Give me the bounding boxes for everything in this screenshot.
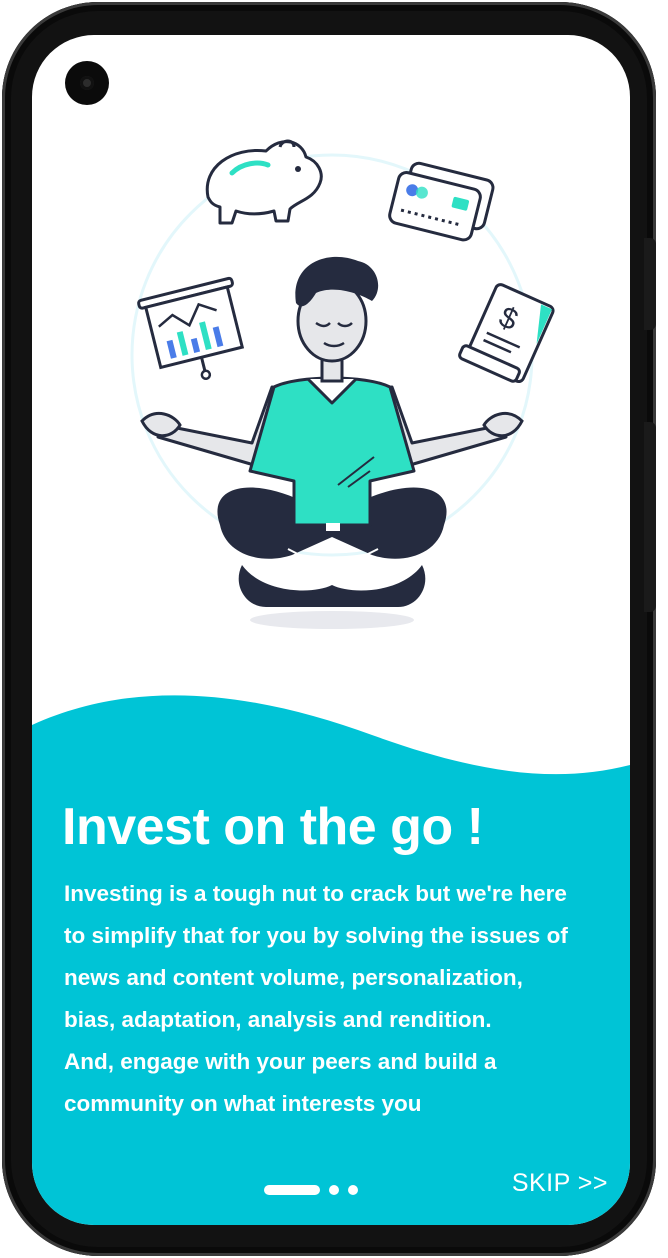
ground-shadow bbox=[250, 611, 414, 629]
onboarding-headline: Invest on the go ! bbox=[62, 798, 484, 856]
front-camera bbox=[65, 61, 109, 105]
description-line: news and content volume, personalization… bbox=[64, 965, 523, 990]
description-line: community on what interests you bbox=[64, 1091, 422, 1116]
description-line: bias, adaptation, analysis and rendition… bbox=[64, 1007, 492, 1032]
page-dot[interactable] bbox=[329, 1185, 339, 1195]
page-dot[interactable] bbox=[348, 1185, 358, 1195]
page-dot-active[interactable] bbox=[264, 1185, 320, 1195]
description-line: to simplify that for you by solving the … bbox=[64, 923, 568, 948]
dollar-document-icon: $ bbox=[458, 283, 555, 384]
power-button bbox=[644, 422, 656, 612]
piggy-bank-icon bbox=[205, 139, 323, 225]
onboarding-screen: $ Invest on the go ! Investing is a toug… bbox=[32, 35, 630, 1225]
chart-board-icon bbox=[137, 276, 245, 381]
person-head bbox=[295, 256, 379, 383]
description-line: Investing is a tough nut to crack but we… bbox=[64, 881, 567, 906]
page-indicator bbox=[264, 1183, 358, 1197]
onboarding-description: Investing is a tough nut to crack but we… bbox=[64, 873, 626, 1125]
description-line: And, engage with your peers and build a bbox=[64, 1049, 497, 1074]
volume-button bbox=[644, 238, 656, 330]
credit-cards-icon bbox=[388, 161, 495, 242]
skip-button[interactable]: SKIP >> bbox=[512, 1169, 608, 1198]
meditating-investor-illustration: $ bbox=[130, 139, 555, 629]
